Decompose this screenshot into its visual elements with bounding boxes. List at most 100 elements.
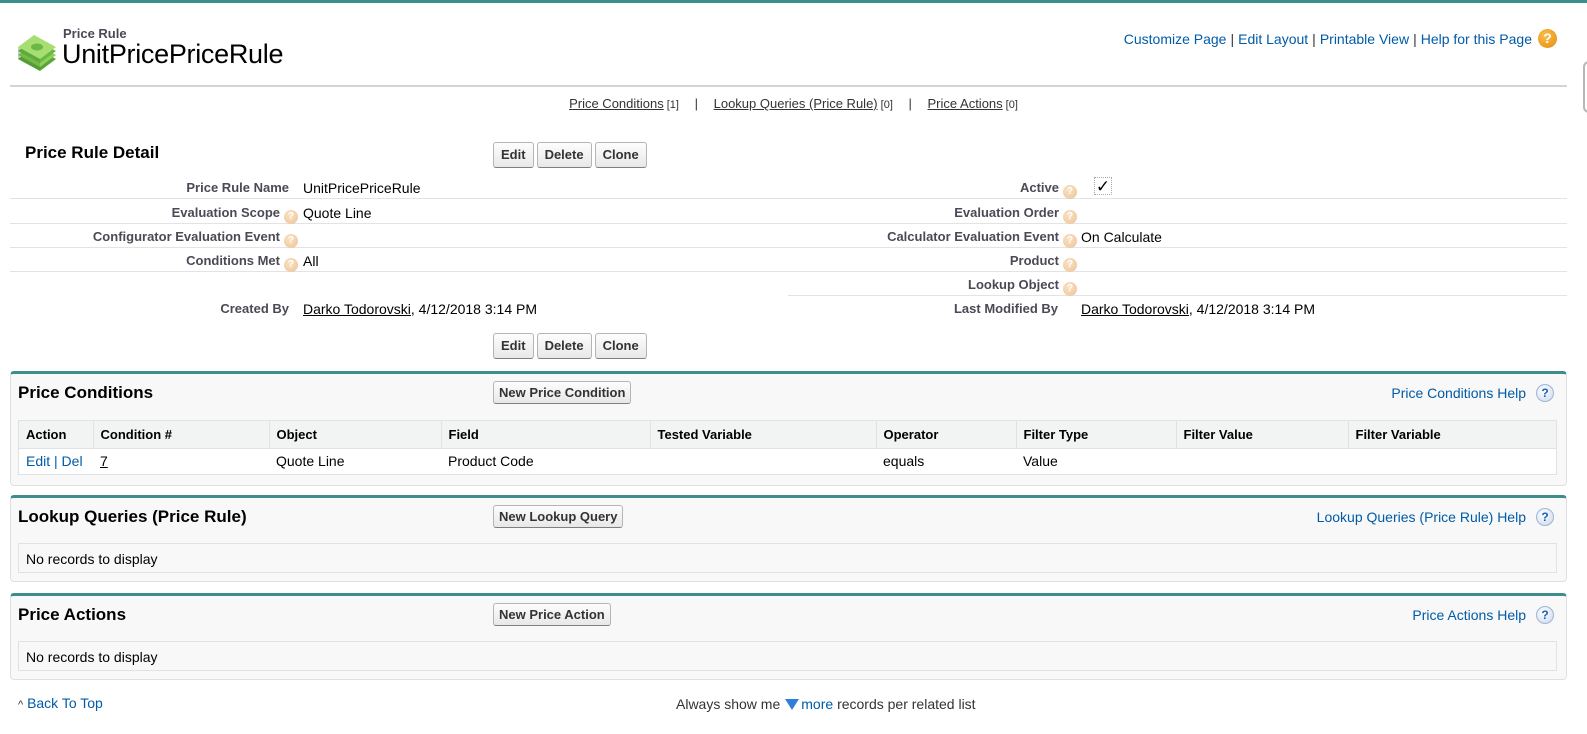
filter-value-cell [1176, 448, 1348, 474]
no-records-text: No records to display [26, 551, 158, 567]
label-text: Evaluation Scope [171, 205, 280, 220]
detail-top-buttons: Edit Delete Clone [493, 142, 650, 168]
help-icon[interactable]: ? [1063, 282, 1077, 296]
edit-button[interactable]: Edit [493, 333, 534, 359]
field-conditions-met: Conditions Met? All [10, 248, 788, 272]
help-icon[interactable]: ? [1536, 606, 1554, 624]
filter-variable-cell [1348, 448, 1556, 474]
header-links: Customize Page | Edit Layout | Printable… [1124, 29, 1557, 48]
detail-section-title: Price Rule Detail [25, 143, 160, 162]
field-label: Lookup Object? [968, 277, 1077, 296]
table-header-row: Action Condition # Object Field Tested V… [19, 421, 1556, 449]
always-show-prefix: Always show me [676, 696, 781, 712]
label-text: Evaluation Order [954, 205, 1059, 220]
field-price-rule-name: Price Rule Name UnitPricePriceRule [10, 175, 788, 199]
help-icon[interactable]: ? [1063, 185, 1077, 199]
edit-layout-link[interactable]: Edit Layout [1238, 31, 1308, 47]
field-label: Last Modified By [953, 301, 1058, 316]
new-price-condition-button[interactable]: New Price Condition [493, 381, 632, 404]
dropdown-triangle-icon[interactable] [785, 699, 800, 710]
last-modified-date: , 4/12/2018 3:14 PM [1188, 301, 1315, 317]
related-list-help: Lookup Queries (Price Rule) Help ? [1317, 508, 1554, 526]
label-text: Active [1019, 180, 1059, 195]
field-created-by: Created By Darko Todorovski, 4/12/2018 3… [10, 296, 788, 320]
price-conditions-count: [1] [666, 99, 679, 111]
lookup-queries-link[interactable]: Lookup Queries (Price Rule) [714, 96, 878, 111]
label-text: Configurator Evaluation Event [92, 229, 280, 244]
delete-button[interactable]: Delete [536, 333, 592, 359]
always-show-suffix: records per related list [837, 696, 976, 712]
new-price-action-button[interactable]: New Price Action [493, 603, 611, 626]
lookup-queries-count: [0] [880, 99, 893, 111]
page-header: Price Rule UnitPricePriceRule Customize … [10, 3, 1567, 87]
price-conditions-help-link[interactable]: Price Conditions Help [1391, 385, 1526, 401]
printable-view-link[interactable]: Printable View [1320, 31, 1409, 47]
field-label: Calculator Evaluation Event? [887, 229, 1077, 248]
price-conditions-link[interactable]: Price Conditions [569, 96, 664, 111]
field-label: Product? [1010, 253, 1077, 272]
separator: | [1413, 30, 1417, 47]
condition-number-link[interactable]: 7 [100, 453, 108, 469]
help-for-page-link[interactable]: Help for this Page [1421, 31, 1532, 47]
row-delete-link[interactable]: Del [62, 453, 83, 469]
back-to-top-link[interactable]: ^ Back To Top [18, 695, 103, 711]
price-actions-help-link[interactable]: Price Actions Help [1412, 607, 1526, 623]
edit-button[interactable]: Edit [493, 142, 534, 168]
row-edit-link[interactable]: Edit [26, 453, 50, 469]
label-text: Lookup Object [968, 277, 1059, 292]
field-value: On Calculate [1081, 229, 1162, 245]
more-records-link[interactable]: more [801, 696, 833, 712]
field-evaluation-scope: Evaluation Scope? Quote Line [10, 200, 788, 224]
price-conditions-related-list: Price Conditions New Price Condition Pri… [10, 371, 1567, 486]
new-lookup-query-button[interactable]: New Lookup Query [493, 505, 624, 528]
caret-up-icon: ^ [18, 699, 24, 711]
field-value: All [303, 253, 319, 269]
price-conditions-table-container: Action Condition # Object Field Tested V… [18, 420, 1557, 475]
field-product: Product? [788, 248, 1567, 272]
help-icon[interactable]: ? [284, 258, 298, 272]
delete-button[interactable]: Delete [536, 142, 592, 168]
field-last-modified-by: Last Modified By Darko Todorovski, 4/12/… [788, 296, 1567, 320]
help-icon[interactable]: ? [1538, 29, 1557, 48]
help-icon[interactable]: ? [1063, 210, 1077, 224]
lookup-queries-help-link[interactable]: Lookup Queries (Price Rule) Help [1317, 509, 1526, 525]
action-cell: Edit | Del [19, 448, 93, 474]
related-list-help: Price Conditions Help ? [1391, 384, 1554, 402]
field-active: Active? ✓ [788, 175, 1567, 199]
column-header-object: Object [269, 421, 442, 449]
field-label: Configurator Evaluation Event? [93, 229, 298, 248]
help-icon[interactable]: ? [1063, 258, 1077, 272]
created-date: , 4/12/2018 3:14 PM [410, 301, 537, 317]
field-label: Evaluation Scope? [172, 205, 298, 224]
separator: | [50, 453, 62, 470]
last-modified-user-link[interactable]: Darko Todorovski [1081, 301, 1189, 317]
field-label: Price Rule Name [186, 180, 289, 195]
related-list-title: Lookup Queries (Price Rule) [18, 507, 247, 526]
clone-button[interactable]: Clone [594, 333, 647, 359]
help-icon[interactable]: ? [1536, 384, 1554, 402]
field-label: Evaluation Order? [954, 205, 1077, 224]
separator: | [1312, 30, 1316, 47]
help-icon[interactable]: ? [284, 210, 298, 224]
field-label: Conditions Met? [186, 253, 298, 272]
created-by-user-link[interactable]: Darko Todorovski [303, 301, 411, 317]
separator: | [908, 96, 912, 111]
column-header-filter-type: Filter Type [1016, 421, 1177, 449]
no-records-text: No records to display [26, 649, 158, 665]
customize-page-link[interactable]: Customize Page [1124, 31, 1227, 47]
label-text: Product [1009, 253, 1059, 268]
clone-button[interactable]: Clone [594, 142, 647, 168]
field-value: Darko Todorovski, 4/12/2018 3:14 PM [1081, 301, 1315, 317]
detail-bottom-buttons: Edit Delete Clone [493, 333, 650, 359]
active-checkbox-checked: ✓ [1094, 177, 1112, 196]
field-value: UnitPricePriceRule [303, 180, 421, 196]
field-value: Darko Todorovski, 4/12/2018 3:14 PM [303, 301, 537, 317]
related-list-help: Price Actions Help ? [1412, 606, 1554, 624]
help-icon[interactable]: ? [1536, 508, 1554, 526]
price-actions-link[interactable]: Price Actions [928, 96, 1003, 111]
help-icon[interactable]: ? [284, 234, 298, 248]
help-icon[interactable]: ? [1063, 234, 1077, 248]
column-header-filter-value: Filter Value [1176, 421, 1349, 449]
price-actions-count: [0] [1005, 99, 1018, 111]
field-configurator-evaluation-event: Configurator Evaluation Event? [10, 224, 788, 248]
